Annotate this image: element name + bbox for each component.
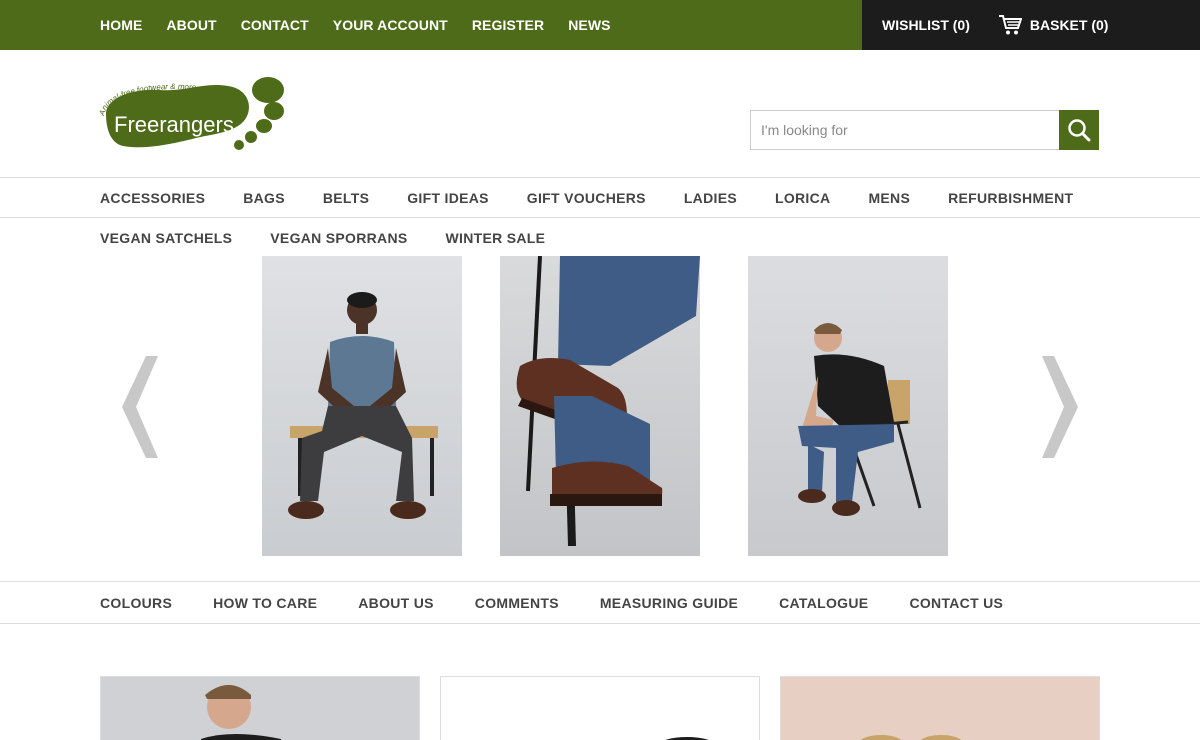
slide-image-seated-bench[interactable] bbox=[262, 256, 462, 556]
search-input[interactable] bbox=[750, 110, 1059, 150]
slider-next-button[interactable] bbox=[1038, 352, 1082, 462]
top-bar: HOME ABOUT CONTACT YOUR ACCOUNT REGISTER… bbox=[0, 0, 1200, 50]
nav-register-link[interactable]: REGISTER bbox=[472, 17, 544, 33]
search-form bbox=[750, 110, 1099, 150]
nav-about-link[interactable]: ABOUT bbox=[166, 17, 216, 33]
category-winter-sale[interactable]: WINTER SALE bbox=[446, 230, 546, 246]
info-about-us-link[interactable]: ABOUT US bbox=[358, 595, 434, 611]
category-gift-ideas[interactable]: GIFT IDEAS bbox=[407, 190, 489, 206]
nav-home-link[interactable]: HOME bbox=[100, 17, 142, 33]
promo-tile-3[interactable] bbox=[780, 676, 1100, 740]
nav-contact-link[interactable]: CONTACT bbox=[241, 17, 309, 33]
promo-tile-1[interactable] bbox=[100, 676, 420, 740]
logo-name: Freerangers bbox=[114, 112, 234, 137]
category-accessories[interactable]: ACCESSORIES bbox=[100, 190, 205, 206]
info-contact-us-link[interactable]: CONTACT US bbox=[909, 595, 1003, 611]
chevron-right-icon bbox=[1042, 356, 1078, 458]
category-lorica[interactable]: LORICA bbox=[775, 190, 830, 206]
info-measuring-guide-link[interactable]: MEASURING GUIDE bbox=[600, 595, 738, 611]
category-vegan-sporrans[interactable]: VEGAN SPORRANS bbox=[270, 230, 407, 246]
info-colours-link[interactable]: COLOURS bbox=[100, 595, 172, 611]
category-nav: ACCESSORIES BAGS BELTS GIFT IDEAS GIFT V… bbox=[0, 177, 1200, 258]
chevron-left-icon bbox=[122, 356, 158, 458]
search-icon bbox=[1068, 119, 1091, 142]
site-logo[interactable]: Animal-free footwear & more Freerangers bbox=[97, 76, 288, 152]
top-nav: HOME ABOUT CONTACT YOUR ACCOUNT REGISTER… bbox=[100, 0, 635, 50]
category-ladies[interactable]: LADIES bbox=[684, 190, 737, 206]
category-vegan-satchels[interactable]: VEGAN SATCHELS bbox=[100, 230, 232, 246]
info-nav: COLOURS HOW TO CARE ABOUT US COMMENTS ME… bbox=[0, 581, 1200, 624]
category-row-2: VEGAN SATCHELS VEGAN SPORRANS WINTER SAL… bbox=[0, 218, 1200, 258]
wishlist-link[interactable]: WISHLIST (0) bbox=[882, 17, 970, 33]
cart-icon bbox=[998, 15, 1022, 35]
category-mens[interactable]: MENS bbox=[868, 190, 910, 206]
slide-image-shoe-closeup[interactable] bbox=[500, 256, 700, 556]
promo-tile-2[interactable] bbox=[440, 676, 760, 740]
basket-link[interactable]: BASKET (0) bbox=[998, 14, 1109, 36]
account-bar: WISHLIST (0) BASKET (0) bbox=[862, 0, 1200, 50]
category-gift-vouchers[interactable]: GIFT VOUCHERS bbox=[527, 190, 646, 206]
info-comments-link[interactable]: COMMENTS bbox=[475, 595, 559, 611]
search-button[interactable] bbox=[1059, 110, 1099, 150]
category-row-1: ACCESSORIES BAGS BELTS GIFT IDEAS GIFT V… bbox=[0, 178, 1200, 218]
slider-prev-button[interactable] bbox=[118, 352, 162, 462]
category-belts[interactable]: BELTS bbox=[323, 190, 369, 206]
nav-account-link[interactable]: YOUR ACCOUNT bbox=[333, 17, 448, 33]
nav-news-link[interactable]: NEWS bbox=[568, 17, 610, 33]
category-bags[interactable]: BAGS bbox=[243, 190, 285, 206]
slide-image-seated-chair[interactable] bbox=[748, 256, 948, 556]
info-catalogue-link[interactable]: CATALOGUE bbox=[779, 595, 868, 611]
info-how-to-care-link[interactable]: HOW TO CARE bbox=[213, 595, 317, 611]
basket-label: BASKET (0) bbox=[1029, 17, 1109, 33]
category-refurbishment[interactable]: REFURBISHMENT bbox=[948, 190, 1073, 206]
